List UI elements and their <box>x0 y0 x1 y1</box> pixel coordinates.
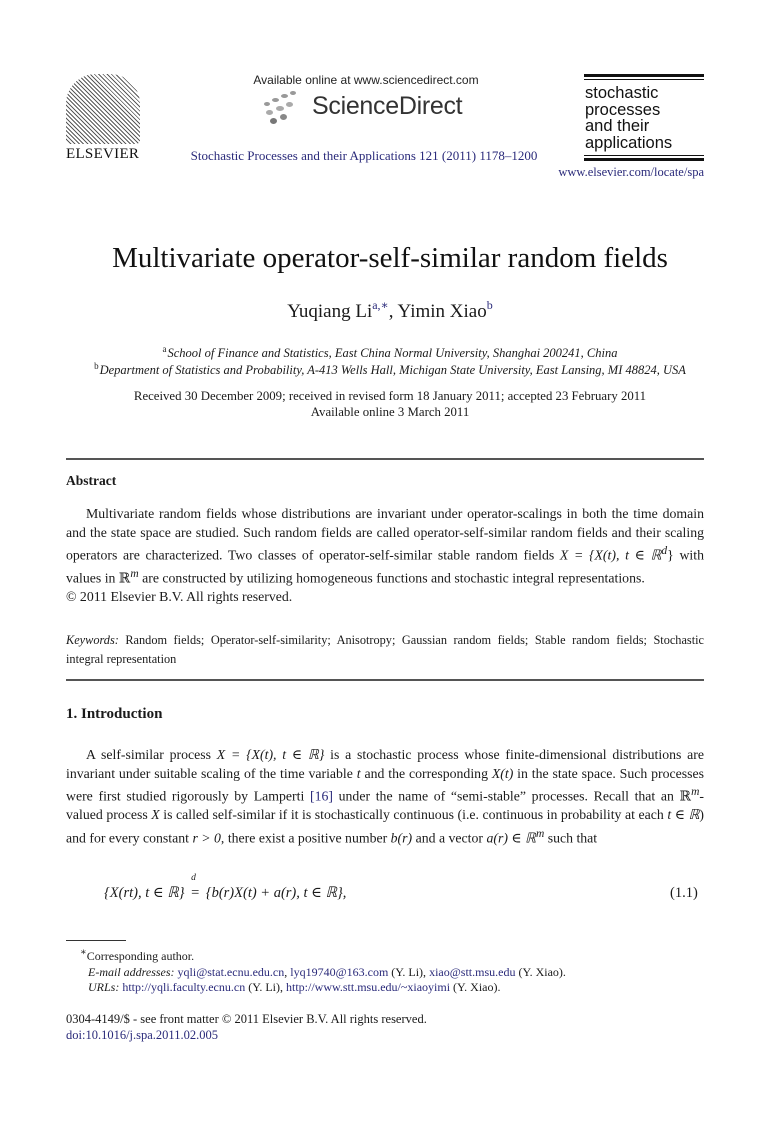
divider <box>66 679 704 681</box>
text: and the corresponding <box>360 765 492 781</box>
issn-line: 0304-4149/$ - see front matter © 2011 El… <box>66 1012 427 1026</box>
available-online-date: Available online 3 March 2011 <box>310 405 470 419</box>
footnote-emails: E-mail addresses: yqli@stat.ecnu.edu.cn,… <box>88 964 566 979</box>
math-inline: ℝ <box>118 570 131 586</box>
math-inline: b(r) <box>390 830 413 846</box>
math-inline: X = {X(t), t ∈ ℝ} <box>216 747 325 762</box>
equal-in-distribution: d = <box>188 873 202 902</box>
equation-1-1: {X(rt), t ∈ ℝ} d = {b(r)X(t) + a(r), t ∈ … <box>104 873 347 902</box>
affiliation-mark: b <box>94 361 99 371</box>
copyright-notice: © 2011 Elsevier B.V. All rights reserved… <box>66 589 293 605</box>
math-inline: X(t) <box>491 765 514 781</box>
equation-number: (1.1) <box>670 885 698 901</box>
available-online-text: Available online at www.sciencedirect.co… <box>253 73 479 87</box>
citation-link[interactable]: [16] <box>310 789 333 804</box>
affiliation-text: Department of Statistics and Probability… <box>99 363 686 377</box>
journal-logo-line: processes <box>585 100 661 119</box>
intro-paragraph: A self-similar process X = {X(t), t ∈ ℝ}… <box>66 746 704 848</box>
footnote-mark: ∗ <box>80 947 87 958</box>
url-link[interactable]: http://yqli.faculty.ecnu.cn <box>122 980 245 994</box>
sciencedirect-dots-icon <box>262 90 306 124</box>
section-heading: 1. Introduction <box>66 706 163 722</box>
text: is called self-similar if it is stochast… <box>159 807 668 823</box>
math-inline: X <box>151 807 160 823</box>
sciencedirect-logo: ScienceDirect <box>262 88 482 124</box>
journal-logo-rule-bottom-thin <box>584 155 704 156</box>
author-separator: , <box>388 301 398 322</box>
text: , there exist a positive number <box>220 830 391 846</box>
received-dates: Received 30 December 2009; received in r… <box>133 389 647 403</box>
affiliation-text: School of Finance and Statistics, East C… <box>167 346 618 360</box>
relation-label: d <box>191 873 196 883</box>
url-label: URLs: <box>88 980 120 994</box>
author-affiliation-link[interactable]: b <box>487 298 493 312</box>
url-link[interactable]: http://www.stt.msu.edu/~xiaoyimi <box>286 980 450 994</box>
math-inline: } <box>667 547 674 563</box>
math-sup: m <box>130 568 139 581</box>
journal-logo-text: stochastic processes and their applicati… <box>584 80 704 155</box>
text: under the name of “semi-stable” processe… <box>332 788 680 804</box>
divider <box>66 458 704 460</box>
email-owner: (Y. Xiao). <box>515 964 566 979</box>
footnotes: ∗Corresponding author. E-mail addresses:… <box>66 945 566 996</box>
abstract-heading: Abstract <box>66 473 117 488</box>
url-owner: (Y. Li), <box>245 980 286 994</box>
text: such that <box>544 830 598 846</box>
footnote-text: Corresponding author. <box>86 949 195 963</box>
journal-logo-line: and their <box>585 117 650 135</box>
text: and a vector <box>412 830 487 846</box>
journal-logo-line: applications <box>585 133 673 152</box>
email-link[interactable]: lyq19740@163.com <box>290 965 388 979</box>
journal-url-link[interactable]: www.elsevier.com/locate/spa <box>540 165 704 180</box>
author-list: Yuqiang Lia,∗, Yimin Xiaob <box>0 298 780 323</box>
math-inline: t ∈ ℝ <box>667 807 700 823</box>
author-name: Yimin Xiao <box>397 301 487 322</box>
math-inline: r > 0 <box>192 830 221 846</box>
abstract-text: are constructed by utilizing homogeneous… <box>138 570 645 586</box>
email-link[interactable]: xiao@stt.msu.edu <box>429 965 515 979</box>
email-label: E-mail addresses: <box>88 964 175 979</box>
journal-logo-rule-bottom <box>584 158 704 161</box>
math-inline: ℝ <box>679 788 692 804</box>
footnote-rule <box>66 940 126 941</box>
journal-logo-rule-top <box>584 74 704 77</box>
email-link[interactable]: yqli@stat.ecnu.edu.cn <box>178 965 285 979</box>
sciencedirect-wordmark: ScienceDirect <box>312 92 463 120</box>
affiliation-mark: a <box>162 344 167 354</box>
math-inline: X = {X(t), t ∈ ℝ <box>559 547 662 563</box>
text: A self-similar process <box>86 747 217 762</box>
equation-lhs: {X(rt), t ∈ ℝ} <box>104 885 185 901</box>
email-owner: (Y. Li), <box>388 964 430 979</box>
url-owner: (Y. Xiao). <box>450 980 501 994</box>
doi-link[interactable]: doi:10.1016/j.spa.2011.02.005 <box>66 1028 218 1043</box>
math-inline: a(r) ∈ ℝ <box>486 830 536 846</box>
journal-logo: stochastic processes and their applicati… <box>584 74 704 161</box>
keywords-text: Random fields; Operator-self-similarity;… <box>66 633 704 666</box>
relation-symbol: = <box>191 885 200 901</box>
keywords: Keywords: Random fields; Operator-self-s… <box>66 631 704 668</box>
affiliation: aSchool of Finance and Statistics, East … <box>0 344 780 361</box>
author-affiliation-link[interactable]: a,∗ <box>372 298 388 312</box>
abstract-body: Multivariate random fields whose distrib… <box>66 505 704 607</box>
article-title: Multivariate operator-self-similar rando… <box>112 242 668 274</box>
keywords-label: Keywords: <box>66 633 119 647</box>
elsevier-tree-icon <box>66 74 140 144</box>
equation-rhs: {b(r)X(t) + a(r), t ∈ ℝ}, <box>205 885 347 901</box>
affiliation: bDepartment of Statistics and Probabilit… <box>0 361 780 378</box>
footnote-urls: URLs: http://yqli.faculty.ecnu.cn (Y. Li… <box>66 980 566 996</box>
footnote-corresponding: ∗Corresponding author. <box>66 945 566 965</box>
journal-citation-link[interactable]: Stochastic Processes and their Applicati… <box>120 148 608 164</box>
author-name: Yuqiang Li <box>287 301 373 322</box>
journal-logo-line: stochastic <box>585 84 659 102</box>
